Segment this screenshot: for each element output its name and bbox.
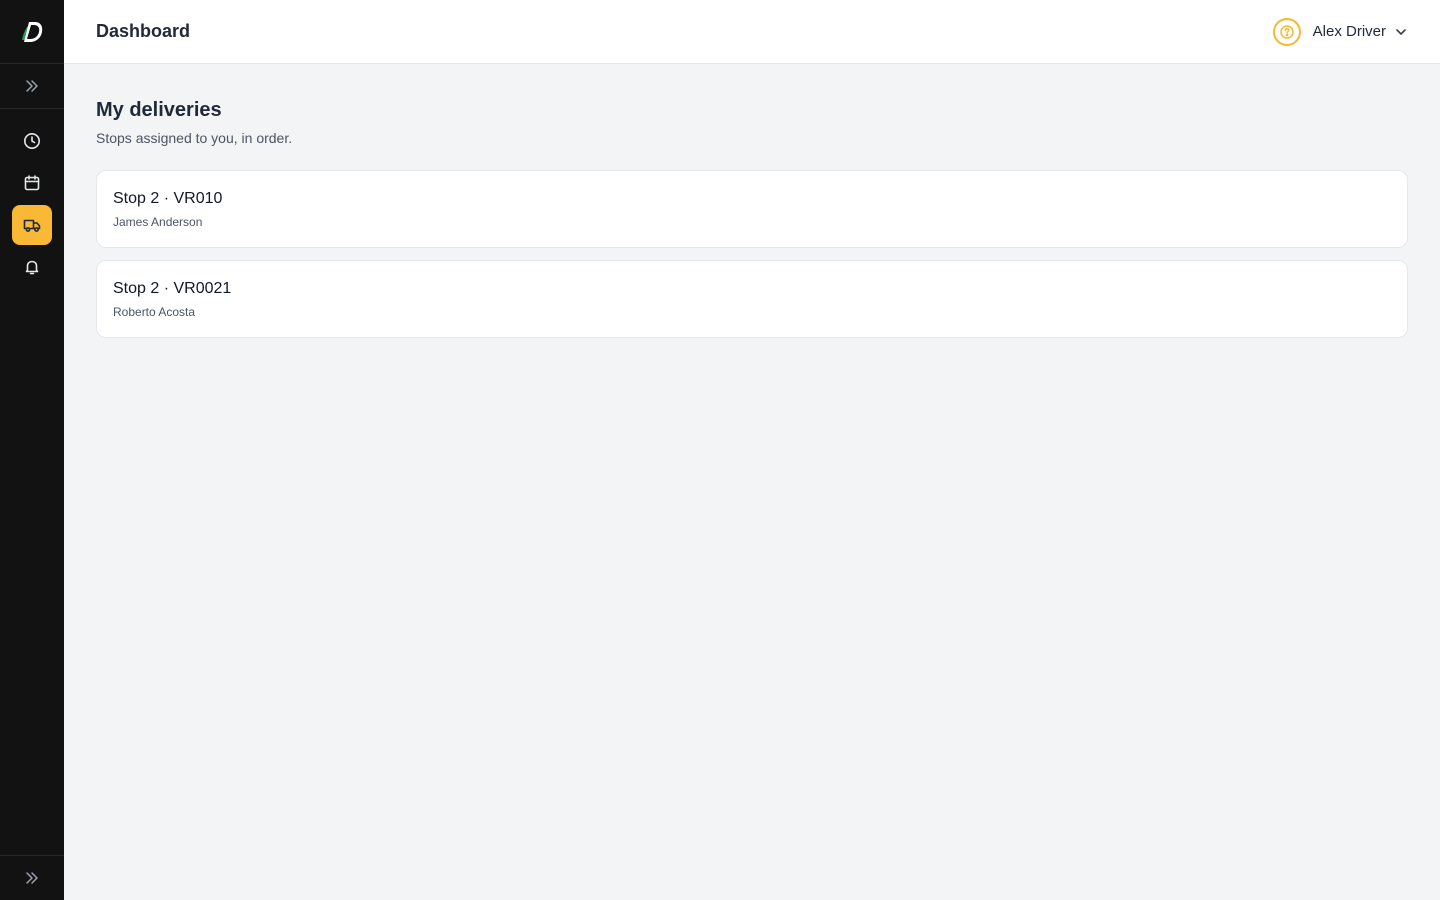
- sidebar: [0, 0, 64, 900]
- delivery-stop-title: Stop 2 · VR0021: [113, 280, 232, 297]
- sidebar-item-history[interactable]: [12, 121, 52, 161]
- sidebar-nav: [0, 109, 64, 287]
- user-menu[interactable]: Alex Driver: [1313, 23, 1408, 40]
- delivery-list: Stop 2 · VR010 James Anderson Stop 2 · V…: [96, 170, 1408, 338]
- expand-sidebar-bottom-button[interactable]: [0, 855, 64, 900]
- page-subtitle: Stops assigned to you, in order.: [96, 130, 293, 146]
- double-chevron-right-icon: [26, 80, 38, 92]
- delivery-card[interactable]: Stop 2 · VR0021 Roberto Acosta: [96, 260, 1408, 338]
- bell-icon: [25, 260, 39, 275]
- double-chevron-right-icon: [26, 872, 38, 884]
- topbar: Dashboard Alex Driver: [64, 0, 1440, 64]
- delivery-customer-name: Roberto Acosta: [113, 305, 196, 319]
- page-header-title: Dashboard: [96, 21, 191, 41]
- expand-sidebar-button[interactable]: [0, 64, 64, 109]
- logo[interactable]: [0, 0, 64, 64]
- user-name: Alex Driver: [1312, 23, 1386, 40]
- help-circle-icon: [1279, 24, 1294, 39]
- topbar-actions: Alex Driver: [1272, 17, 1408, 46]
- calendar-icon: [24, 175, 40, 191]
- sidebar-item-calendar[interactable]: [12, 163, 52, 203]
- page-title: My deliveries: [96, 99, 222, 121]
- truck-icon: [23, 219, 41, 232]
- clock-icon: [24, 133, 40, 149]
- main-content: My deliveries Stops assigned to you, in …: [96, 96, 1408, 338]
- delivery-stop-title: Stop 2 · VR010: [113, 190, 223, 207]
- sidebar-item-deliveries[interactable]: [12, 205, 52, 245]
- delivery-card[interactable]: Stop 2 · VR010 James Anderson: [96, 170, 1408, 248]
- sidebar-item-notifications[interactable]: [12, 247, 52, 287]
- delivery-customer-name: James Anderson: [113, 215, 203, 229]
- chevron-down-icon: [1396, 28, 1406, 35]
- help-button[interactable]: [1272, 17, 1301, 46]
- brand-d-logo-icon: [22, 21, 43, 42]
